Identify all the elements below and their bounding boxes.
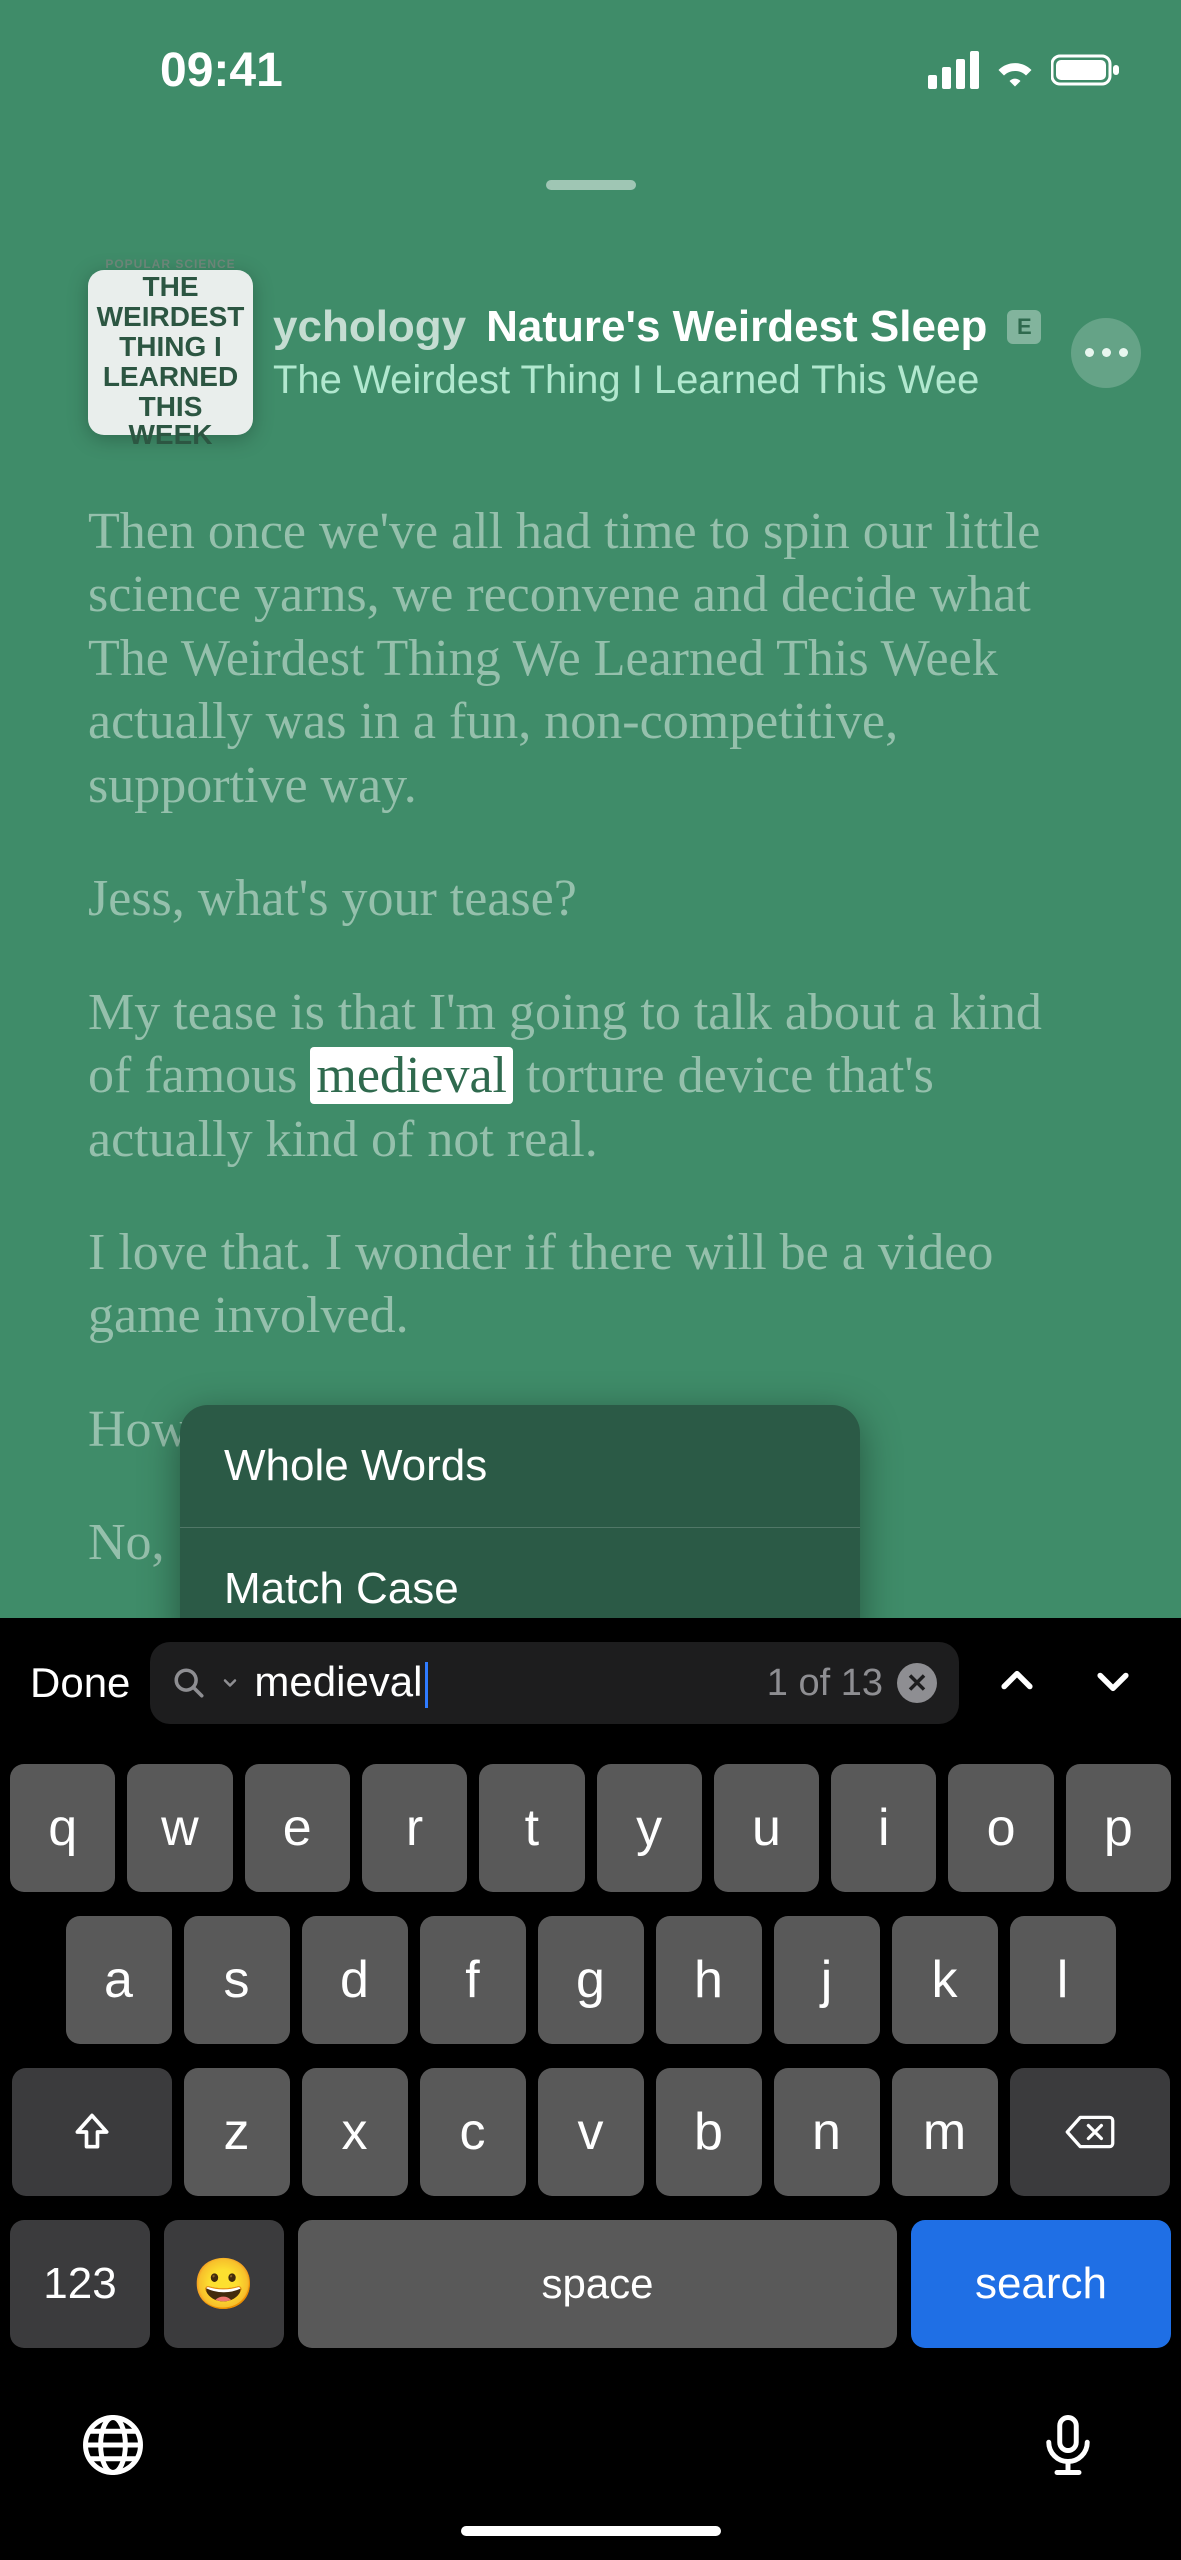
battery-icon [1051, 53, 1121, 87]
key-u[interactable]: u [714, 1764, 819, 1892]
key-d[interactable]: d [302, 1916, 408, 2044]
artwork-line: WEIRDEST [96, 303, 245, 331]
key-c[interactable]: c [420, 2068, 526, 2196]
key-e[interactable]: e [245, 1764, 350, 1892]
search-options-popover: Whole Words Match Case [180, 1405, 860, 1650]
podcast-artwork[interactable]: POPULAR SCIENCE THE WEIRDEST THING I LEA… [88, 270, 253, 435]
transcript-paragraph[interactable]: I love that. I wonder if there will be a… [88, 1221, 1093, 1348]
key-a[interactable]: a [66, 1916, 172, 2044]
key-y[interactable]: y [597, 1764, 702, 1892]
whole-words-option[interactable]: Whole Words [180, 1405, 860, 1527]
key-q[interactable]: q [10, 1764, 115, 1892]
search-options-chevron-icon[interactable] [220, 1673, 240, 1693]
search-key[interactable]: search [911, 2220, 1171, 2348]
key-o[interactable]: o [948, 1764, 1053, 1892]
keyboard-row: zxcvbnm [10, 2068, 1171, 2196]
done-button[interactable]: Done [30, 1659, 130, 1707]
previous-result-button[interactable] [979, 1659, 1055, 1708]
sheet-drag-handle[interactable] [546, 180, 636, 190]
status-time: 09:41 [160, 43, 283, 98]
key-l[interactable]: l [1010, 1916, 1116, 2044]
dictation-key[interactable] [1035, 2412, 1101, 2483]
cellular-signal-icon [928, 51, 979, 89]
status-bar: 09:41 [0, 0, 1181, 140]
emoji-key[interactable]: 😀 [164, 2220, 284, 2348]
key-h[interactable]: h [656, 1916, 762, 2044]
artwork-publisher: POPULAR SCIENCE [96, 257, 245, 271]
transcript-paragraph[interactable]: Jess, what's your tease? [88, 867, 1093, 930]
search-input[interactable]: medieval [254, 1658, 752, 1708]
clear-search-button[interactable]: ✕ [897, 1663, 937, 1703]
search-query-text: medieval [254, 1658, 422, 1705]
on-screen-keyboard: qwertyuiop asdfghjkl zxcvbnm 123 😀 space… [0, 1748, 1181, 2560]
keyboard-row: 123 😀 space search [10, 2220, 1171, 2348]
artwork-line: THING I [96, 333, 245, 361]
header-texts: ychology Nature's Weirdest Sleep E The W… [273, 302, 1051, 403]
artwork-line: THIS WEEK [96, 393, 245, 449]
status-icons [928, 51, 1121, 89]
keyboard-footer [10, 2372, 1171, 2483]
key-m[interactable]: m [892, 2068, 998, 2196]
find-toolbar: Done medieval 1 of 13 ✕ [0, 1618, 1181, 1748]
search-field[interactable]: medieval 1 of 13 ✕ [150, 1642, 959, 1724]
key-k[interactable]: k [892, 1916, 998, 2044]
key-z[interactable]: z [184, 2068, 290, 2196]
episode-header: POPULAR SCIENCE THE WEIRDEST THING I LEA… [88, 270, 1141, 435]
key-s[interactable]: s [184, 1916, 290, 2044]
key-t[interactable]: t [479, 1764, 584, 1892]
episode-title-fragment: ychology [273, 302, 466, 352]
transcript-paragraph[interactable]: Then once we've all had time to spin our… [88, 500, 1093, 817]
transcript-paragraph[interactable]: My tease is that I'm going to talk about… [88, 981, 1093, 1171]
key-i[interactable]: i [831, 1764, 936, 1892]
key-b[interactable]: b [656, 2068, 762, 2196]
episode-title-fragment: Nature's Weirdest Sleep [486, 302, 987, 352]
search-result-count: 1 of 13 [767, 1662, 883, 1705]
search-icon [172, 1666, 206, 1700]
home-indicator[interactable] [461, 2526, 721, 2536]
explicit-badge: E [1007, 310, 1041, 344]
more-button[interactable] [1071, 318, 1141, 388]
globe-key[interactable] [80, 2412, 146, 2483]
artwork-line: LEARNED [96, 363, 245, 391]
key-g[interactable]: g [538, 1916, 644, 2044]
key-r[interactable]: r [362, 1764, 467, 1892]
next-result-button[interactable] [1075, 1659, 1151, 1708]
keyboard-row: qwertyuiop [10, 1764, 1171, 1892]
key-w[interactable]: w [127, 1764, 232, 1892]
key-v[interactable]: v [538, 2068, 644, 2196]
key-x[interactable]: x [302, 2068, 408, 2196]
wifi-icon [993, 53, 1037, 87]
podcast-name[interactable]: The Weirdest Thing I Learned This Wee [273, 358, 1051, 403]
backspace-key[interactable] [1010, 2068, 1170, 2196]
numbers-key[interactable]: 123 [10, 2220, 150, 2348]
artwork-line: THE [96, 273, 245, 301]
search-highlight: medieval [310, 1047, 513, 1104]
space-key[interactable]: space [298, 2220, 897, 2348]
keyboard-row: asdfghjkl [10, 1916, 1171, 2044]
key-n[interactable]: n [774, 2068, 880, 2196]
key-f[interactable]: f [420, 1916, 526, 2044]
text-caret [425, 1662, 428, 1708]
key-j[interactable]: j [774, 1916, 880, 2044]
key-p[interactable]: p [1066, 1764, 1171, 1892]
shift-key[interactable] [12, 2068, 172, 2196]
